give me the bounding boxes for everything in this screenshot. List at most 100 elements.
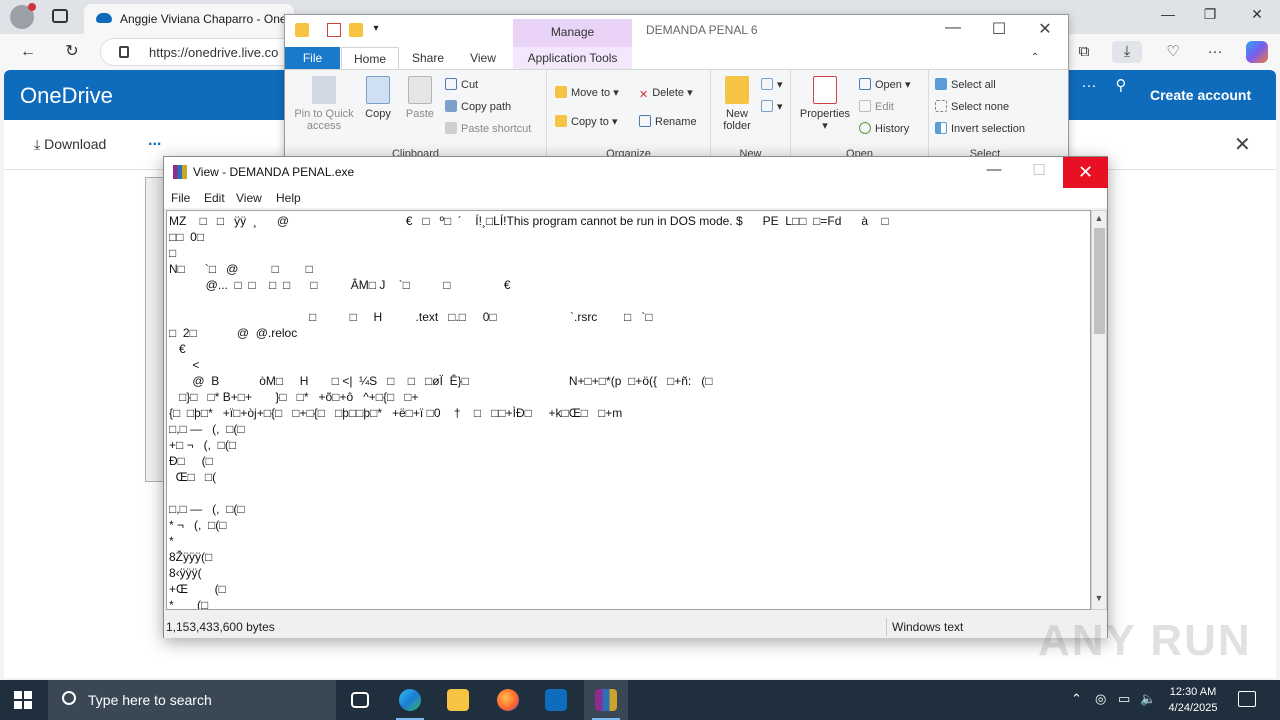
properties-qat-icon[interactable] (327, 23, 341, 37)
volume-icon[interactable]: 🔈 (1140, 691, 1156, 707)
manage-context-header: Manage (513, 19, 632, 47)
scroll-down-arrow-icon[interactable]: ▼ (1092, 593, 1106, 607)
browser-tab-onedrive[interactable]: Anggie Viviana Chaparro - OneD (84, 4, 295, 34)
move-to-button[interactable]: Move to ▾ (555, 86, 619, 99)
history-button[interactable]: History (859, 122, 909, 135)
ribbon-tabs: File Home Share View Application Tools ?… (285, 47, 1068, 97)
menu-file[interactable]: File (171, 191, 190, 205)
invert-selection-button[interactable]: Invert selection (935, 122, 1025, 135)
pin-quick-access-button[interactable]: Pin to Quick access (289, 76, 359, 132)
download-label: Download (44, 136, 107, 152)
viewer-close-button[interactable]: ✕ (1063, 157, 1108, 188)
viewer-text-line: < (169, 358, 200, 372)
viewer-text-line: □}□ □* B+□+ }□ □* +õ□+ô ^+□{□ □+ (169, 390, 419, 404)
close-icon[interactable]: ✕ (1237, 6, 1277, 23)
viewer-text-lines: MZ □ □ ÿÿ ¸ @ € □ º□ ´ Í!¸□LÍ!This progr… (169, 213, 1089, 610)
back-arrow-icon[interactable]: ← (17, 41, 39, 63)
paste-button[interactable]: Paste (403, 76, 437, 120)
tray-device-icon[interactable]: ◎ (1095, 691, 1106, 707)
viewer-text-line: Œ□ □( (169, 470, 217, 484)
copy-path-button[interactable]: Copy path (445, 100, 511, 113)
copy-button[interactable]: Copy (361, 76, 395, 120)
windows-start-icon[interactable] (14, 691, 32, 709)
paste-shortcut-button[interactable]: Paste shortcut (445, 122, 531, 135)
easy-access-button[interactable]: ▾ (761, 100, 783, 113)
refresh-icon[interactable]: ↻ (61, 41, 83, 63)
select-all-button[interactable]: Select all (935, 78, 996, 91)
organize-group: Move to ▾ Copy to ▾ ✕ Delete ▾ Rename Org… (547, 70, 711, 160)
viewer-text-line (169, 293, 1089, 309)
restore-icon[interactable]: ❐ (1190, 6, 1230, 23)
menu-edit[interactable]: Edit (204, 191, 225, 205)
tray-overflow-icon[interactable]: ⌃ (1071, 691, 1082, 707)
qat-dropdown-icon[interactable]: ▾ (369, 23, 383, 37)
explorer-window-title: DEMANDA PENAL 6 (646, 23, 758, 37)
network-icon[interactable]: ▭ (1118, 691, 1130, 707)
viewer-minimize-icon[interactable]: — (972, 161, 1016, 178)
new-folder-button[interactable]: New folder (717, 76, 757, 132)
collapse-ribbon-icon[interactable]: ⌃ (1027, 47, 1043, 69)
open-icon (859, 78, 871, 90)
downloads-icon[interactable]: ⤓ (1112, 41, 1142, 63)
explorer-titlebar: ▾ Manage DEMANDA PENAL 6 — ☐ ✕ (285, 15, 1068, 47)
more-actions-button[interactable]: ... (148, 132, 161, 150)
create-account-button[interactable]: Create account (1150, 87, 1251, 103)
open-button[interactable]: Open ▾ (859, 78, 911, 91)
taskbar-edge[interactable] (388, 680, 432, 720)
taskbar-search-box[interactable]: Type here to search (48, 680, 336, 720)
viewer-text-line: * (169, 534, 174, 548)
tab-actions-icon[interactable] (52, 9, 68, 23)
taskbar-file-explorer[interactable] (436, 680, 480, 720)
copy-to-button[interactable]: Copy to ▾ (555, 115, 618, 128)
pin-icon[interactable]: ⚲ (1106, 75, 1136, 97)
select-none-button[interactable]: Select none (935, 100, 1009, 113)
tab-view[interactable]: View (460, 47, 506, 69)
taskbar-firefox[interactable] (486, 680, 530, 720)
viewer-text-area[interactable]: MZ □ □ ÿÿ ¸ @ € □ º□ ´ Í!¸□LÍ!This progr… (166, 210, 1091, 610)
collections-icon[interactable]: ⧉ (1069, 41, 1099, 63)
tab-application-tools[interactable]: Application Tools (513, 47, 632, 69)
cut-button[interactable]: Cut (445, 78, 478, 91)
taskbar-winrar[interactable] (584, 680, 628, 720)
tab-home[interactable]: Home (341, 47, 399, 69)
new-folder-qat-icon[interactable] (349, 23, 363, 37)
viewer-maximize-icon[interactable]: ☐ (1017, 161, 1061, 179)
more-options-icon[interactable]: ··· (1074, 75, 1104, 97)
scroll-thumb[interactable] (1094, 228, 1105, 334)
rename-button[interactable]: Rename (639, 115, 697, 128)
select-all-icon (935, 78, 947, 90)
tab-file[interactable]: File (285, 47, 340, 69)
viewer-text-line: @... □ □ □ □ □ ÂM□ J `□ □ € (169, 278, 511, 292)
download-button[interactable]: ⤓ Download (34, 136, 106, 153)
taskbar-outlook[interactable] (534, 680, 578, 720)
tab-share[interactable]: Share (405, 47, 451, 69)
scroll-up-arrow-icon[interactable]: ▲ (1092, 213, 1106, 227)
delete-button[interactable]: ✕ Delete ▾ (639, 86, 693, 101)
explorer-minimize-icon[interactable]: — (933, 19, 973, 37)
menu-view[interactable]: View (236, 191, 262, 205)
edit-button[interactable]: Edit (859, 100, 894, 113)
onedrive-brand[interactable]: OneDrive (20, 83, 113, 109)
close-preview-icon[interactable]: ✕ (1234, 132, 1251, 157)
profile-avatar[interactable] (10, 3, 36, 29)
viewer-text-line: * (□ (169, 598, 209, 610)
properties-button[interactable]: Properties ▾ (795, 76, 855, 132)
explorer-close-icon[interactable]: ✕ (1025, 19, 1065, 39)
address-url: https://onedrive.live.co (149, 45, 279, 60)
minimize-icon[interactable]: — (1148, 6, 1188, 22)
menu-help[interactable]: Help (276, 191, 301, 205)
notification-icon[interactable] (1238, 691, 1256, 707)
browser-essentials-icon[interactable]: ♡ (1158, 41, 1188, 63)
paste-icon (408, 76, 432, 104)
taskbar-clock[interactable]: 12:30 AM 4/24/2025 (1158, 684, 1228, 716)
viewer-scrollbar[interactable]: ▲ ▼ (1091, 210, 1107, 610)
explorer-maximize-icon[interactable]: ☐ (979, 19, 1019, 39)
viewer-text-line: 8Žÿÿÿ(□ (169, 550, 213, 564)
settings-more-icon[interactable]: ··· (1200, 41, 1230, 63)
new-item-button[interactable]: ▾ (761, 78, 783, 91)
clipboard-group: Pin to Quick access Copy Paste Cut Copy … (285, 70, 547, 160)
viewer-text-line: MZ □ □ ÿÿ ¸ @ € □ º□ ´ Í!¸□LÍ!This progr… (169, 214, 889, 228)
anyrun-watermark: ANY RUN (1038, 616, 1252, 665)
copilot-icon[interactable] (1246, 41, 1268, 63)
task-view-button[interactable] (338, 680, 382, 720)
